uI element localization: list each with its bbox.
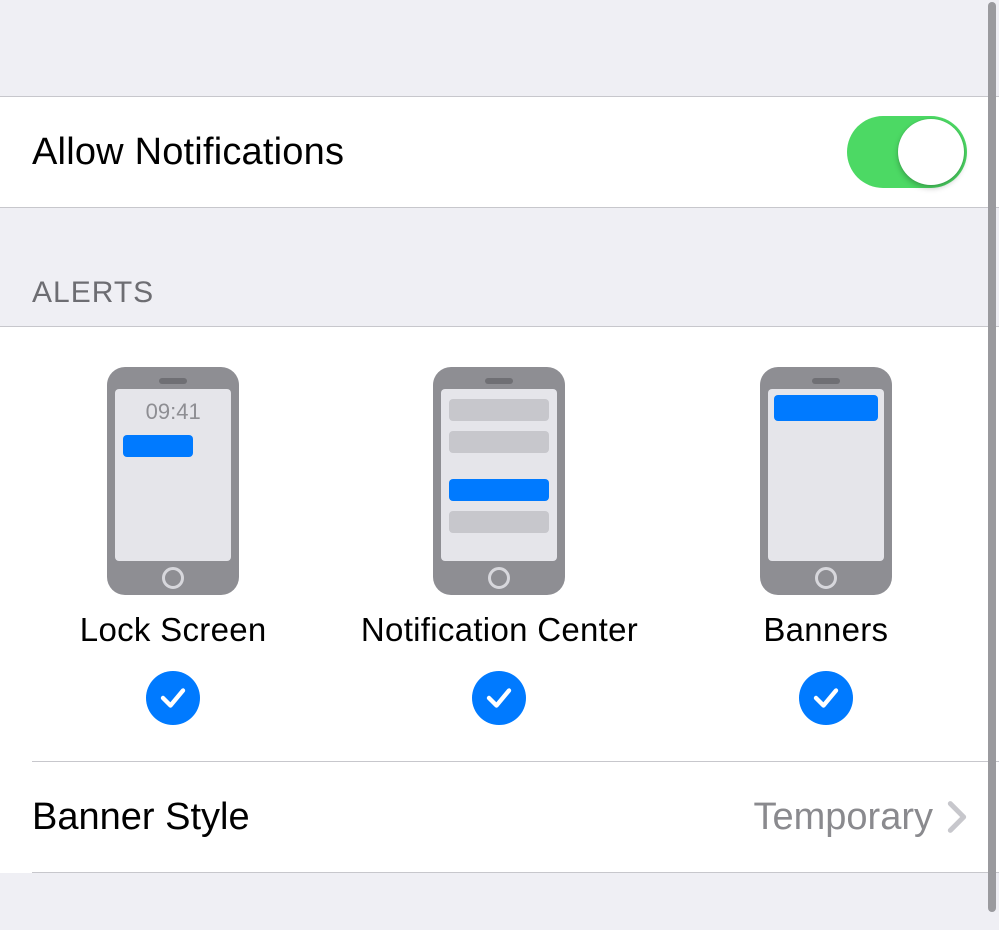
lock-screen-time: 09:41 (123, 399, 223, 425)
chevron-right-icon (947, 800, 967, 834)
spacer (0, 0, 999, 96)
banner-bar (774, 395, 878, 421)
lock-screen-checkbox[interactable] (146, 671, 200, 725)
alerts-options-row: 09:41 Lock Screen (0, 367, 999, 735)
nc-row (449, 511, 549, 533)
checkmark-icon (484, 683, 514, 713)
banner-style-row[interactable]: Banner Style Temporary (0, 762, 999, 872)
alert-option-lock-screen[interactable]: 09:41 Lock Screen (10, 367, 336, 725)
alerts-section-header: ALERTS (0, 208, 999, 326)
allow-notifications-toggle[interactable] (847, 116, 967, 188)
lock-screen-label: Lock Screen (80, 611, 267, 649)
banners-checkbox[interactable] (799, 671, 853, 725)
switch-knob (898, 119, 964, 185)
divider (32, 872, 999, 873)
banner-style-label: Banner Style (32, 796, 250, 839)
banners-illustration (760, 367, 892, 595)
notification-center-label: Notification Center (361, 611, 638, 649)
alert-option-banners[interactable]: Banners (663, 367, 989, 725)
checkmark-icon (811, 683, 841, 713)
allow-notifications-row[interactable]: Allow Notifications (0, 96, 999, 208)
banners-label: Banners (763, 611, 888, 649)
banner-style-value: Temporary (754, 796, 934, 839)
lock-screen-illustration: 09:41 (107, 367, 239, 595)
notification-center-checkbox[interactable] (472, 671, 526, 725)
nc-row (449, 431, 549, 453)
home-button-icon (488, 567, 510, 589)
home-button-icon (162, 567, 184, 589)
alert-option-notification-center[interactable]: Notification Center (336, 367, 662, 725)
lock-screen-notification-bar (123, 435, 193, 457)
scroll-indicator[interactable] (988, 2, 996, 912)
nc-highlight-row (449, 479, 549, 501)
alerts-panel: 09:41 Lock Screen (0, 326, 999, 873)
nc-row (449, 399, 549, 421)
home-button-icon (815, 567, 837, 589)
allow-notifications-label: Allow Notifications (32, 131, 344, 174)
checkmark-icon (158, 683, 188, 713)
notification-center-illustration (433, 367, 565, 595)
